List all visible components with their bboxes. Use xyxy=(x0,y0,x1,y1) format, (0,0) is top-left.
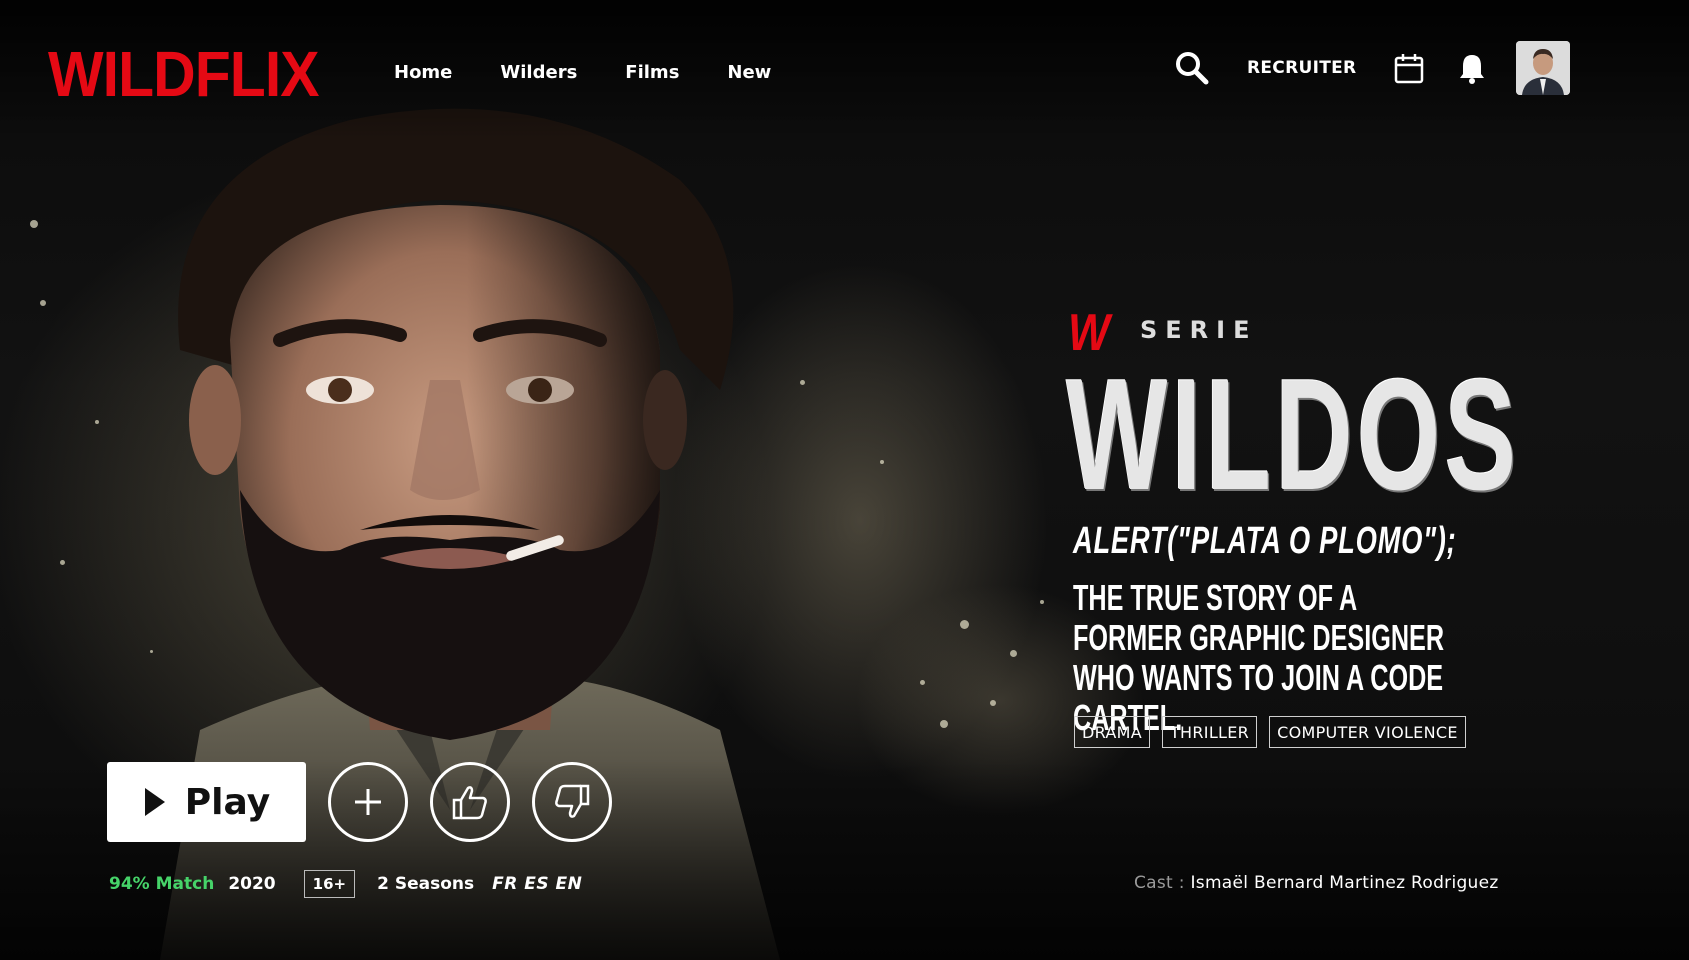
action-bar: Play xyxy=(107,762,612,842)
thumbs-down-icon xyxy=(555,784,590,818)
show-tagline: ALERT("PLATA O PLOMO"); xyxy=(1073,520,1457,562)
play-button[interactable]: Play xyxy=(107,762,306,842)
plus-icon xyxy=(355,789,381,815)
thumbs-up-icon xyxy=(452,786,487,820)
like-button[interactable] xyxy=(430,762,510,842)
show-description: THE TRUE STORY OF A FORMER GRAPHIC DESIG… xyxy=(1073,577,1445,738)
available-languages: FR ES EN xyxy=(492,874,583,894)
genre-tag[interactable]: THRILLER xyxy=(1161,716,1258,748)
show-title: WILDOS xyxy=(1066,347,1521,523)
nav-new[interactable]: New xyxy=(727,62,771,83)
genre-tags: DRAMA THRILLER COMPUTER VIOLENCE xyxy=(1074,716,1466,748)
bell-icon[interactable] xyxy=(1458,52,1486,84)
recruiter-link[interactable]: RECRUITER xyxy=(1247,58,1356,78)
play-label: Play xyxy=(184,781,271,823)
release-year: 2020 xyxy=(228,874,276,894)
genre-tag[interactable]: DRAMA xyxy=(1074,716,1150,748)
dislike-button[interactable] xyxy=(532,762,612,842)
nav-films[interactable]: Films xyxy=(625,62,679,83)
age-rating-badge: 16+ xyxy=(303,870,356,898)
show-meta: 94% Match 2020 16+ 2 Seasons FR ES EN xyxy=(109,870,582,898)
season-count: 2 Seasons xyxy=(377,874,475,894)
cast-line: Cast : Ismaël Bernard Martinez Rodriguez xyxy=(1134,873,1499,893)
nav-home[interactable]: Home xyxy=(394,62,452,83)
calendar-icon[interactable] xyxy=(1394,52,1424,84)
match-score: 94% Match xyxy=(109,874,215,894)
account-bar: RECRUITER xyxy=(1175,40,1571,96)
profile-avatar[interactable] xyxy=(1516,41,1571,95)
nav-wilders[interactable]: Wilders xyxy=(500,62,577,83)
search-icon[interactable] xyxy=(1175,51,1209,85)
play-icon xyxy=(144,788,165,816)
wildflix-logo[interactable]: WILDFLIX xyxy=(48,38,320,110)
genre-tag[interactable]: COMPUTER VIOLENCE xyxy=(1269,716,1466,748)
cast-label: Cast : xyxy=(1134,873,1185,893)
add-to-list-button[interactable] xyxy=(328,762,408,842)
content-type-label: SERIE xyxy=(1140,316,1258,344)
cast-names[interactable]: Ismaël Bernard Martinez Rodriguez xyxy=(1190,873,1498,893)
main-nav: Home Wilders Films New xyxy=(394,62,819,83)
